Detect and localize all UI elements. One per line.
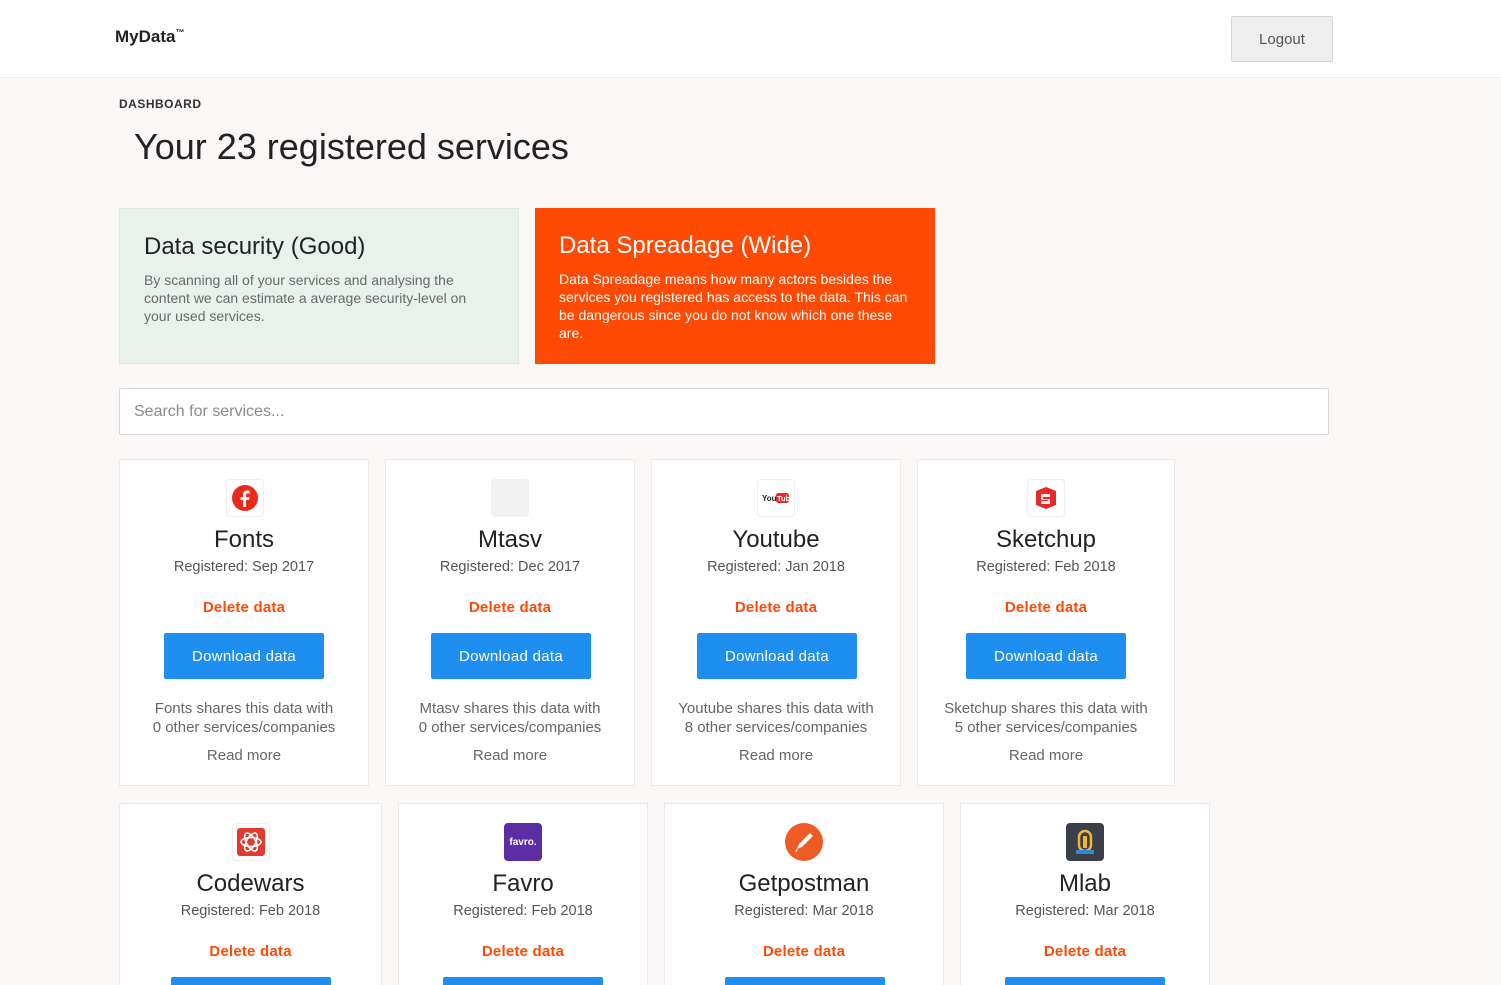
service-name: Favro	[492, 870, 554, 897]
read-more-link[interactable]: Read more	[120, 747, 368, 764]
service-card-youtube: YouTube Youtube Registered: Jan 2018 Del…	[651, 459, 901, 786]
data-security-title: Data security (Good)	[144, 233, 366, 260]
download-data-button[interactable]: Download data	[1005, 977, 1165, 985]
service-registered-date: Registered: Mar 2018	[1015, 903, 1155, 919]
share-line-2: 0 other services/companies	[152, 719, 336, 736]
service-card-sketchup: Sketchup Registered: Feb 2018 Delete dat…	[917, 459, 1175, 786]
service-share-info: Mtasv shares this data with 0 other servi…	[386, 699, 634, 737]
logout-button[interactable]: Logout	[1231, 16, 1333, 62]
data-spreadage-card: Data Spreadage (Wide) Data Spreadage mea…	[535, 208, 935, 364]
share-line-2: 5 other services/companies	[954, 719, 1138, 736]
trademark-mark: ™	[175, 27, 185, 38]
service-registered-date: Registered: Feb 2018	[976, 559, 1116, 575]
data-security-text: By scanning all of your services and ana…	[144, 272, 467, 324]
service-name: Sketchup	[995, 526, 1097, 553]
service-share-info: Sketchup shares this data with 5 other se…	[918, 699, 1174, 737]
fonts-icon	[226, 479, 264, 517]
favro-icon: favro.	[504, 823, 542, 861]
brand-name: MyData	[115, 27, 176, 46]
service-registered-date: Registered: Jan 2018	[707, 559, 845, 575]
read-more-link[interactable]: Read more	[652, 747, 900, 764]
read-more-link[interactable]: Read more	[918, 747, 1174, 764]
share-line-2: 8 other services/companies	[684, 719, 868, 736]
download-data-button[interactable]: Download data	[443, 977, 603, 985]
service-name: Mtasv	[477, 526, 542, 553]
delete-data-link[interactable]: Delete data	[399, 943, 647, 960]
youtube-icon: YouTube	[757, 479, 795, 517]
delete-data-link[interactable]: Delete data	[665, 943, 943, 960]
service-name: Getpostman	[738, 870, 870, 897]
mlab-icon	[1066, 823, 1104, 861]
read-more-link[interactable]: Read more	[386, 747, 634, 764]
download-data-button[interactable]: Download data	[171, 977, 331, 985]
service-name: Youtube	[732, 526, 820, 553]
svg-text:You: You	[762, 494, 777, 503]
service-card-fonts: Fonts Registered: Sep 2017 Delete data D…	[119, 459, 369, 786]
delete-data-link[interactable]: Delete data	[120, 943, 381, 960]
svg-text:Tube: Tube	[777, 494, 790, 503]
data-spreadage-text: Data Spreadage means how many actors bes…	[559, 271, 908, 341]
data-security-card: Data security (Good) By scanning all of …	[119, 208, 519, 364]
service-share-info: Fonts shares this data with 0 other servi…	[120, 699, 368, 737]
share-line-1: Sketchup shares this data with	[944, 700, 1148, 717]
service-card-mlab: Mlab Registered: Mar 2018 Delete data Do…	[960, 803, 1210, 985]
service-registered-date: Registered: Sep 2017	[173, 559, 315, 575]
delete-data-link[interactable]: Delete data	[652, 599, 900, 616]
delete-data-link[interactable]: Delete data	[386, 599, 634, 616]
service-registered-date: Registered: Feb 2018	[180, 903, 321, 919]
search-input[interactable]	[119, 388, 1329, 435]
share-line-1: Youtube shares this data with	[678, 700, 874, 717]
download-data-button[interactable]: Download data	[725, 977, 885, 985]
service-registered-date: Registered: Mar 2018	[734, 903, 874, 919]
service-card-codewars: Codewars Registered: Feb 2018 Delete dat…	[119, 803, 382, 985]
blank-icon	[491, 479, 529, 517]
download-data-button[interactable]: Download data	[966, 633, 1126, 679]
service-name: Fonts	[213, 526, 275, 553]
service-name: Codewars	[196, 870, 305, 897]
download-data-button[interactable]: Download data	[697, 633, 857, 679]
favro-logo-text: favro.	[509, 836, 537, 848]
download-data-button[interactable]: Download data	[164, 633, 324, 679]
service-card-favro: favro. Favro Registered: Feb 2018 Delete…	[398, 803, 648, 985]
service-name: Mlab	[1058, 870, 1112, 897]
share-line-1: Fonts shares this data with	[154, 700, 334, 717]
postman-icon	[785, 823, 823, 861]
service-card-getpostman: Getpostman Registered: Mar 2018 Delete d…	[664, 803, 944, 985]
service-registered-date: Registered: Dec 2017	[439, 559, 581, 575]
codewars-icon	[232, 823, 270, 861]
share-line-2: 0 other services/companies	[418, 719, 602, 736]
sketchup-icon	[1027, 479, 1065, 517]
brand-logo[interactable]: MyData™	[115, 27, 184, 47]
share-line-1: Mtasv shares this data with	[419, 700, 601, 717]
top-bar: MyData™ Logout	[0, 0, 1501, 78]
delete-data-link[interactable]: Delete data	[961, 943, 1209, 960]
delete-data-link[interactable]: Delete data	[918, 599, 1174, 616]
download-data-button[interactable]: Download data	[431, 633, 591, 679]
service-registered-date: Registered: Feb 2018	[453, 903, 593, 919]
page-title: Your 23 registered services	[134, 126, 569, 167]
breadcrumb: DASHBOARD	[119, 97, 202, 111]
service-card-mtasv: Mtasv Registered: Dec 2017 Delete data D…	[385, 459, 635, 786]
data-spreadage-title: Data Spreadage (Wide)	[559, 232, 812, 259]
delete-data-link[interactable]: Delete data	[120, 599, 368, 616]
service-share-info: Youtube shares this data with 8 other ser…	[652, 699, 900, 737]
